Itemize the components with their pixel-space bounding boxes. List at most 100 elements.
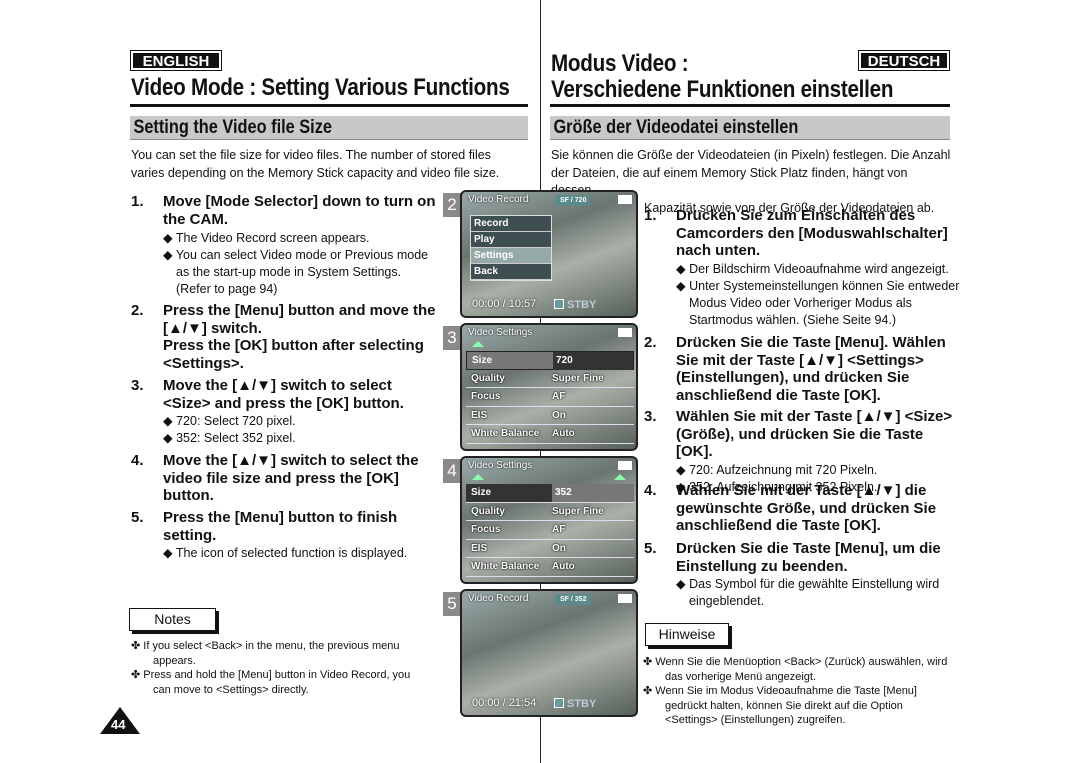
step-text: nach unten. <box>676 242 761 259</box>
step-number: 4. <box>644 482 657 499</box>
step-number: 5. <box>644 540 657 557</box>
screen-number: 2 <box>443 193 461 217</box>
section-title: Setting the Video file Size <box>133 117 332 138</box>
page-title-german-2: Verschiedene Funktionen einstellen <box>551 76 894 103</box>
battery-icon <box>618 594 632 603</box>
quality-size-badge: SF / 720 <box>556 195 591 206</box>
step-1-de: 1. Drücken Sie zum Einschalten des Camcor… <box>644 207 964 329</box>
setting-row-quality[interactable]: Quality Super Fine <box>466 503 634 521</box>
step-text: Drücken Sie die Taste [Menu]. Wählen <box>676 334 946 351</box>
step-text: button. <box>163 487 214 504</box>
bullet: ◆ Der Bildschirm Videoaufnahme wird ange… <box>676 261 949 276</box>
screen-video-settings-352: Video Settings Size 352 Quality Super Fine… <box>460 456 638 584</box>
page-title-german-1: Modus Video : <box>551 50 689 77</box>
page-number: 44 <box>100 707 140 734</box>
title-rule <box>550 104 950 107</box>
intro-line: varies depending on the Memory Stick cap… <box>131 165 500 180</box>
step-text: Press the [Menu] button to finish <box>163 509 398 526</box>
step-4-en: 4. Move the [▲/▼] switch to select the vi… <box>131 452 436 505</box>
menu-item-play[interactable]: Play <box>471 232 551 248</box>
section-title: Größe der Videodatei einstellen <box>553 117 799 138</box>
note-item: ✤ If you select <Back> in the menu, the … <box>131 640 400 667</box>
step-4-de: 4. Wählen Sie mit der Taste [▲/▼] die gew… <box>644 482 964 535</box>
title-rule <box>130 104 528 107</box>
bullet: ◆ 720: Select 720 pixel. <box>163 414 296 428</box>
screen-video-record-menu: Video Record SF / 720 Record Play Settin… <box>460 190 638 318</box>
up-arrow-icon <box>472 341 484 347</box>
battery-icon <box>618 328 632 337</box>
step-text: anschließend die Taste [OK]. <box>676 517 881 534</box>
setting-row-size[interactable]: Size 352 <box>466 484 634 503</box>
up-arrow-icon <box>472 474 484 480</box>
step-number: 3. <box>644 408 657 425</box>
notes-german: ✤ Wenn Sie die Menüoption <Back> (Zurück… <box>643 655 953 728</box>
step-2-de: 2. Drücken Sie die Taste [Menu]. Wählen S… <box>644 334 964 404</box>
step-text: Press the [OK] button after selecting <box>163 337 424 354</box>
step-text: Drücken Sie die Taste [Menu], um die <box>676 540 941 557</box>
page-title-english: Video Mode : Setting Various Functions <box>131 74 510 101</box>
step-text: Wählen Sie mit der Taste [▲/▼] die <box>676 482 927 499</box>
bullet: ◆ 352: Select 352 pixel. <box>163 431 296 445</box>
step-text: setting. <box>163 526 217 544</box>
language-badge-deutsch: DEUTSCH <box>858 50 950 71</box>
step-5-en: 5. Press the [Menu] button to finish sett… <box>131 509 436 562</box>
up-arrow-icon <box>614 474 626 480</box>
time-counter: 00:00 / 10:57 <box>472 298 537 310</box>
note-item: ✤ Press and hold the [Menu] button in Vi… <box>131 669 411 696</box>
menu-item-back[interactable]: Back <box>471 264 551 280</box>
battery-icon <box>618 195 632 204</box>
setting-row-quality[interactable]: Quality Super Fine <box>466 370 634 388</box>
quality-size-badge: SF / 352 <box>556 594 591 605</box>
step-text: Einstellung zu beenden. <box>676 557 848 575</box>
setting-row-eis[interactable]: EIS On <box>466 407 634 425</box>
setting-row-eis[interactable]: EIS On <box>466 540 634 558</box>
notes-label: Hinweise <box>645 623 729 646</box>
screen-title: Video Settings <box>468 460 533 471</box>
bullet: ◆ The Video Record screen appears. <box>163 231 370 245</box>
step-text: <Size> and press the [OK] button. <box>163 394 404 412</box>
section-header-english: Setting the Video file Size <box>130 116 528 140</box>
bullet: ◆ You can select Video mode or Previous … <box>163 248 429 296</box>
step-text: video file size and press the [OK] <box>163 469 399 487</box>
step-text: (Einstellungen), und drücken Sie <box>676 369 910 386</box>
bullet: ◆ Unter Systemeinstellungen können Sie e… <box>676 278 960 327</box>
bullet: ◆ 720: Aufzeichnung mit 720 Pixeln. <box>676 462 878 477</box>
step-number: 2. <box>131 302 144 319</box>
bullet: ◆ The icon of selected function is displ… <box>163 546 408 560</box>
menu-item-record[interactable]: Record <box>471 216 551 232</box>
screen-title: Video Settings <box>468 327 533 338</box>
page-number-text: 44 <box>111 717 126 732</box>
intro-english: You can set the file size for video file… <box>131 147 531 182</box>
language-badge-english: ENGLISH <box>130 50 222 71</box>
screen-number: 4 <box>443 459 461 483</box>
intro-line: You can set the file size for video file… <box>131 148 491 162</box>
step-text: Wählen Sie mit der Taste [▲/▼] <Size> <box>676 408 953 425</box>
menu-item-settings[interactable]: Settings <box>471 248 551 264</box>
step-3-en: 3. Move the [▲/▼] switch to select <Size>… <box>131 377 436 447</box>
step-2-en: 2. Press the [Menu] button and move the[… <box>131 302 436 372</box>
step-number: 3. <box>131 377 144 394</box>
setting-row-white-balance[interactable]: White Balance Auto <box>466 425 634 444</box>
setting-row-focus[interactable]: Focus AF <box>466 521 634 540</box>
step-text: gewünschte Größe, und drücken Sie <box>676 499 937 517</box>
step-1-en: 1. Move [Mode Selector] down to turn on t… <box>131 193 436 298</box>
step-number: 1. <box>131 193 144 210</box>
setting-row-focus[interactable]: Focus AF <box>466 388 634 407</box>
step-text: Press the [Menu] button and move the <box>163 302 436 319</box>
camera-icon-title: Video Record <box>468 194 529 205</box>
step-text: Drücken Sie zum Einschalten des <box>676 207 916 224</box>
status: STBY <box>554 299 596 311</box>
step-text: Move [Mode Selector] down to turn on <box>163 193 436 210</box>
step-text: Sie mit der Taste [▲/▼] <Settings> <box>676 351 924 369</box>
setting-row-white-balance[interactable]: White Balance Auto <box>466 558 634 577</box>
step-text: anschließend die Taste [OK]. <box>676 386 881 404</box>
screen-number: 5 <box>443 592 461 616</box>
step-number: 4. <box>131 452 144 469</box>
menu: Record Play Settings Back <box>470 215 552 281</box>
intro-line: Sie können die Größe der Videodateien (i… <box>551 148 951 162</box>
notes-label: Notes <box>129 608 216 631</box>
step-text: <Settings>. <box>163 354 244 372</box>
setting-row-size[interactable]: Size 720 <box>466 351 634 370</box>
step-text: [▲/▼] switch. <box>163 319 262 337</box>
status: STBY <box>554 698 596 710</box>
